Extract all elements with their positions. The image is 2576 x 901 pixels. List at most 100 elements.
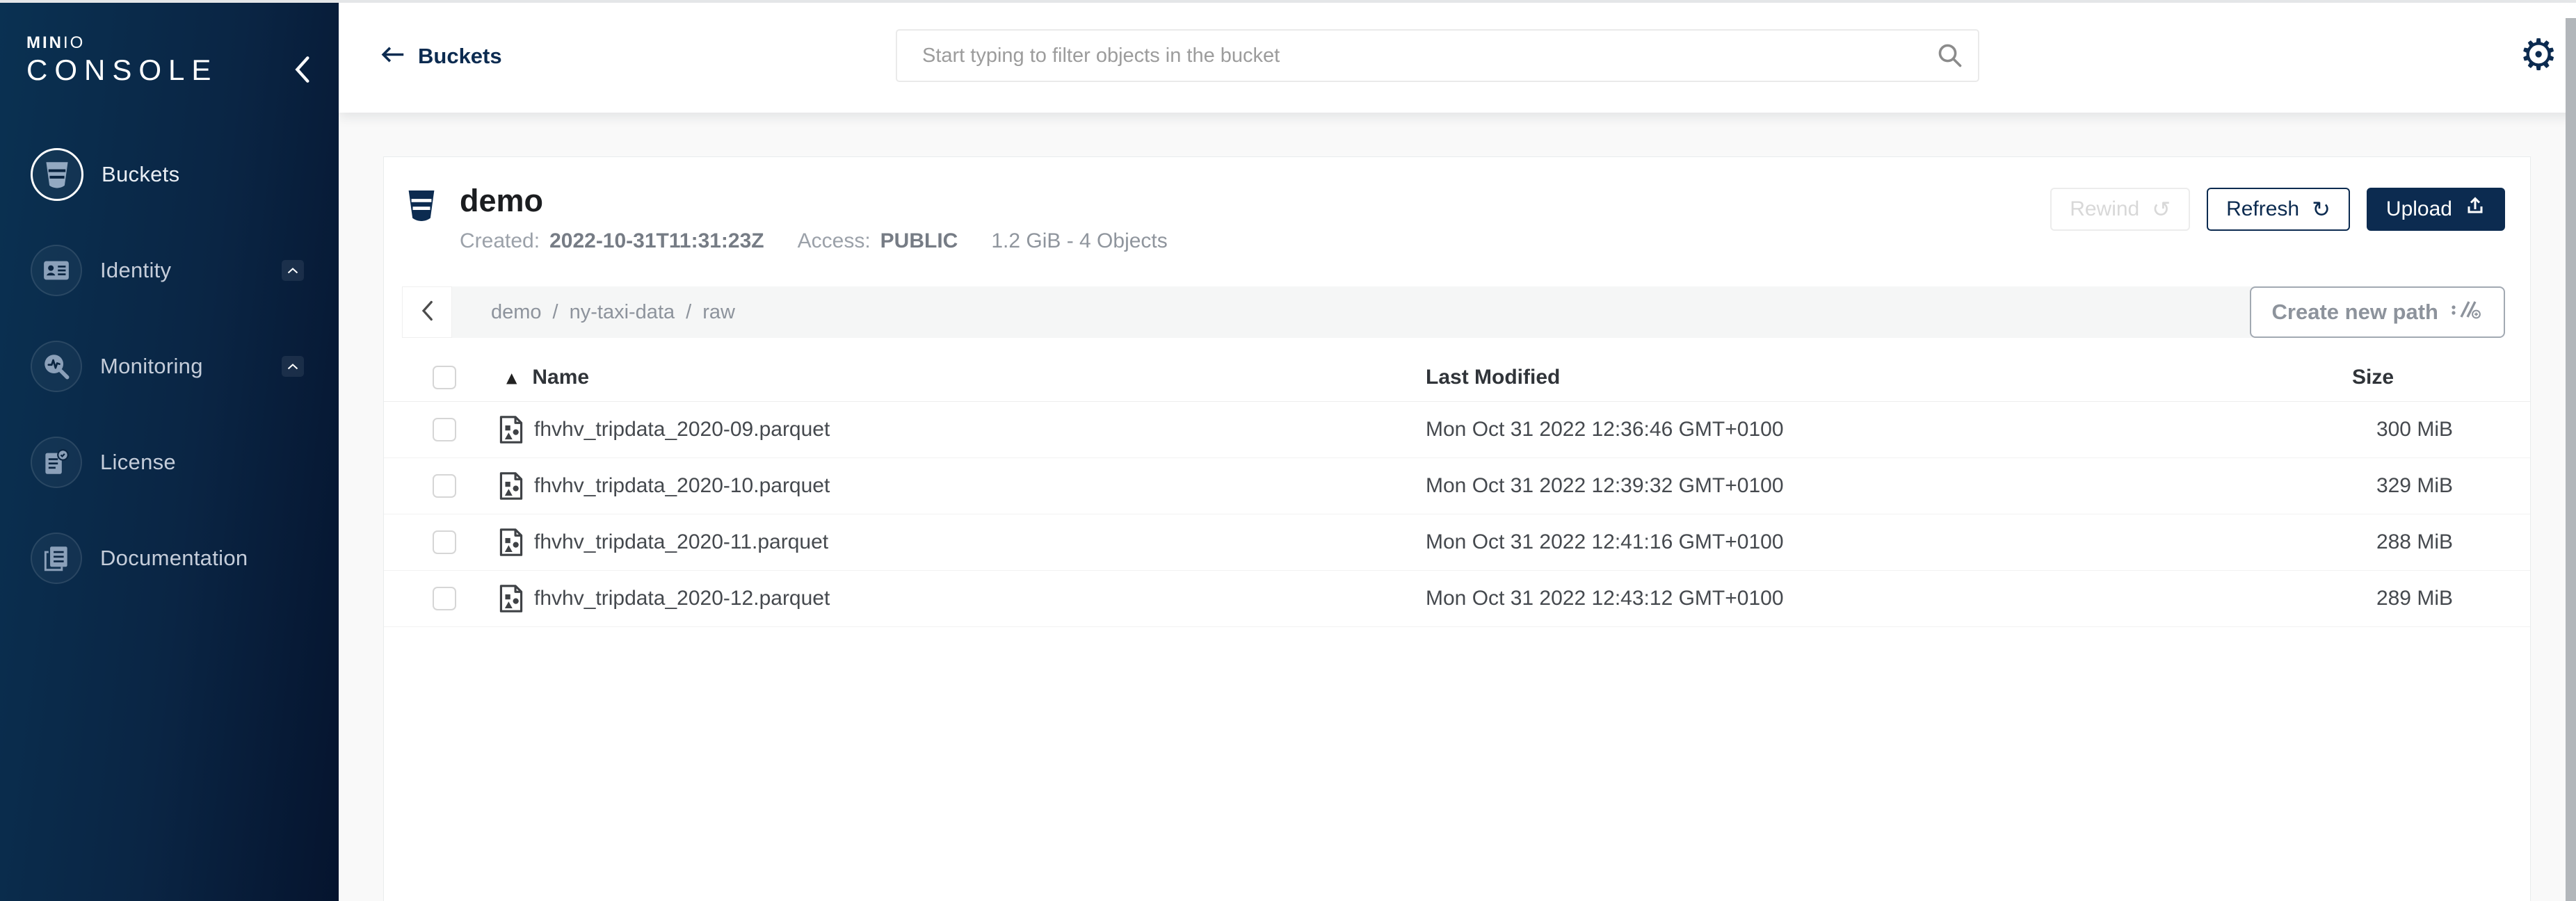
size-column-header[interactable]: Size: [2323, 366, 2530, 389]
object-size: 289 MiB: [2323, 587, 2530, 610]
usage-summary: 1.2 GiB - 4 Objects: [991, 229, 1167, 253]
bucket-title: demo: [460, 184, 1168, 218]
path-bar: demo / ny-taxi-data / raw: [402, 286, 2271, 338]
created-value: 2022-10-31T11:31:23Z: [549, 229, 764, 252]
chevron-up-icon: [287, 266, 298, 276]
sidebar-collapse-button[interactable]: [293, 56, 311, 86]
breadcrumb-separator: /: [686, 301, 691, 324]
sidebar-nav: Buckets Identity Monitoring: [0, 127, 339, 606]
create-new-path-label: Create new path: [2272, 300, 2438, 325]
objects-table: ▲ Name Last Modified Size fhvhv_tripdata…: [384, 354, 2530, 627]
upload-button[interactable]: Upload: [2367, 188, 2505, 231]
bucket-icon: [31, 148, 83, 201]
top-toolbar: Buckets ⚙: [339, 0, 2576, 113]
minio-brand: MINIO: [26, 35, 218, 51]
back-button-label: Buckets: [418, 44, 502, 69]
bucket-metadata: Created: 2022-10-31T11:31:23Z Access: PUBL…: [460, 229, 1168, 253]
identity-card-icon: [31, 245, 82, 296]
object-name: fhvhv_tripdata_2020-12.parquet: [534, 587, 830, 610]
sidebar-item-identity[interactable]: Identity: [0, 222, 339, 318]
identity-expand-toggle[interactable]: [282, 260, 304, 281]
chevron-left-icon: [293, 75, 311, 86]
object-filter-searchbox: [896, 29, 1979, 82]
sidebar-item-label: Buckets: [102, 162, 179, 187]
upload-icon: [2465, 196, 2486, 222]
sidebar-item-license[interactable]: License: [0, 414, 339, 510]
create-new-path-button[interactable]: Create new path: [2250, 286, 2505, 338]
sidebar-item-label: License: [100, 450, 176, 475]
row-checkbox[interactable]: [433, 530, 456, 554]
object-name: fhvhv_tripdata_2020-10.parquet: [534, 474, 830, 498]
object-name: fhvhv_tripdata_2020-11.parquet: [534, 530, 828, 554]
bucket-actions: Rewind ↺ Refresh ↻ Upload: [2050, 188, 2505, 231]
object-name: fhvhv_tripdata_2020-09.parquet: [534, 418, 830, 441]
chevron-up-icon: [287, 362, 298, 372]
table-row[interactable]: fhvhv_tripdata_2020-10.parquet Mon Oct 3…: [384, 458, 2530, 514]
refresh-button-label: Refresh: [2226, 197, 2299, 221]
breadcrumb-segment-bucket[interactable]: demo: [491, 301, 542, 324]
rewind-button[interactable]: Rewind ↺: [2050, 188, 2190, 231]
window-top-border: [0, 0, 2576, 3]
breadcrumb-segment-current[interactable]: raw: [702, 301, 735, 324]
object-last-modified: Mon Oct 31 2022 12:39:32 GMT+0100: [1426, 474, 2323, 498]
rewind-button-label: Rewind: [2070, 197, 2139, 221]
refresh-icon: ↻: [2312, 198, 2331, 220]
file-object-icon: [499, 584, 523, 613]
row-checkbox[interactable]: [433, 418, 456, 441]
object-size: 329 MiB: [2323, 474, 2530, 498]
row-checkbox[interactable]: [433, 587, 456, 610]
gear-icon: ⚙: [2519, 29, 2558, 80]
created-group: Created: 2022-10-31T11:31:23Z: [460, 229, 764, 253]
created-label: Created:: [460, 229, 540, 252]
minio-console-logo: MINIO CONSOLE: [26, 35, 218, 85]
file-object-icon: [499, 471, 523, 501]
row-checkbox[interactable]: [433, 474, 456, 498]
sidebar-item-label: Monitoring: [100, 354, 203, 379]
new-path-icon: [2451, 300, 2483, 325]
access-group: Access: PUBLIC: [798, 229, 958, 253]
minio-console-app: MINIO CONSOLE Buckets Identity: [0, 0, 2576, 901]
table-row[interactable]: fhvhv_tripdata_2020-11.parquet Mon Oct 3…: [384, 514, 2530, 571]
object-last-modified: Mon Oct 31 2022 12:43:12 GMT+0100: [1426, 587, 2323, 610]
settings-button[interactable]: ⚙: [2519, 33, 2558, 76]
sidebar-item-monitoring[interactable]: Monitoring: [0, 318, 339, 414]
access-value: PUBLIC: [880, 229, 958, 252]
sidebar: MINIO CONSOLE Buckets Identity: [0, 0, 339, 901]
sidebar-item-label: Documentation: [100, 546, 248, 571]
sidebar-item-buckets[interactable]: Buckets: [0, 127, 339, 222]
object-last-modified: Mon Oct 31 2022 12:41:16 GMT+0100: [1426, 530, 2323, 554]
search-icon: [1938, 43, 1963, 68]
monitoring-magnifier-icon: [31, 341, 82, 392]
file-object-icon: [499, 528, 523, 557]
bucket-browser-card: demo Created: 2022-10-31T11:31:23Z Access…: [383, 156, 2531, 901]
table-row[interactable]: fhvhv_tripdata_2020-09.parquet Mon Oct 3…: [384, 402, 2530, 458]
upload-button-label: Upload: [2386, 197, 2452, 221]
license-certificate-icon: [31, 437, 82, 488]
file-object-icon: [499, 415, 523, 444]
breadcrumb: demo / ny-taxi-data / raw: [452, 286, 2271, 338]
path-back-button[interactable]: [402, 286, 452, 338]
sidebar-item-label: Identity: [100, 258, 171, 283]
table-row[interactable]: fhvhv_tripdata_2020-12.parquet Mon Oct 3…: [384, 571, 2530, 627]
sidebar-item-documentation[interactable]: Documentation: [0, 510, 339, 606]
object-last-modified: Mon Oct 31 2022 12:36:46 GMT+0100: [1426, 418, 2323, 441]
last-modified-column-header[interactable]: Last Modified: [1426, 366, 2323, 389]
sort-asc-icon: ▲: [506, 369, 517, 386]
brand-text-light: IO: [63, 33, 85, 52]
name-column-label: Name: [532, 366, 589, 389]
select-all-checkbox[interactable]: [433, 366, 456, 389]
back-to-buckets-button[interactable]: Buckets: [380, 0, 502, 113]
objects-table-header: ▲ Name Last Modified Size: [384, 354, 2530, 402]
refresh-button[interactable]: Refresh ↻: [2207, 188, 2350, 231]
breadcrumb-segment-folder[interactable]: ny-taxi-data: [570, 301, 675, 324]
name-column-header[interactable]: ▲ Name: [499, 366, 1426, 389]
search-input[interactable]: [921, 44, 1938, 68]
vertical-scrollbar[interactable]: [2566, 18, 2576, 901]
access-label: Access:: [798, 229, 871, 252]
bucket-header: demo Created: 2022-10-31T11:31:23Z Access…: [407, 184, 1168, 253]
monitoring-expand-toggle[interactable]: [282, 356, 304, 377]
arrow-left-icon: [380, 44, 405, 69]
rewind-icon: ↺: [2152, 198, 2171, 220]
bucket-icon: [407, 188, 436, 253]
breadcrumb-separator: /: [553, 301, 558, 324]
